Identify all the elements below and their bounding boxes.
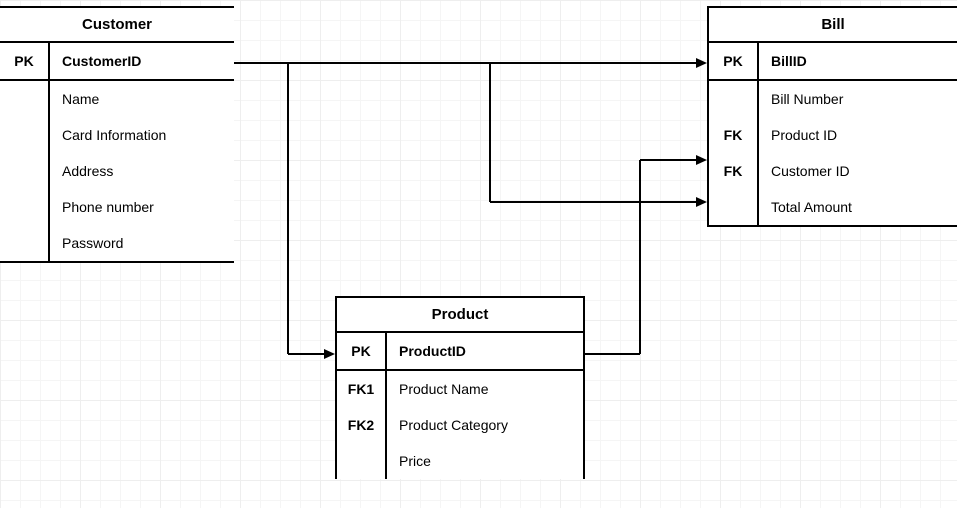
- key-label: FK: [709, 117, 759, 153]
- key-label: [0, 117, 50, 153]
- entity-row: Address: [0, 153, 234, 189]
- entity-row: Bill Number: [709, 81, 957, 117]
- entity-product-title: Product: [337, 298, 583, 333]
- arrow-icon: [696, 155, 707, 165]
- attr-label: Product Name: [387, 371, 583, 407]
- attr-label: Name: [50, 81, 234, 117]
- attr-label: Address: [50, 153, 234, 189]
- entity-row: Price: [337, 443, 583, 479]
- entity-bill: Bill PK BillID Bill Number FK Product ID…: [707, 6, 957, 227]
- key-label: PK: [0, 43, 50, 79]
- key-label: [337, 443, 387, 479]
- entity-row: Password: [0, 225, 234, 261]
- entity-row: PK CustomerID: [0, 43, 234, 81]
- attr-label: Product ID: [759, 117, 957, 153]
- entity-row: Total Amount: [709, 189, 957, 225]
- key-label: [0, 81, 50, 117]
- entity-row: PK ProductID: [337, 333, 583, 371]
- key-label: [0, 225, 50, 261]
- entity-row: Name: [0, 81, 234, 117]
- key-label: [0, 153, 50, 189]
- key-label: [709, 189, 759, 225]
- entity-bill-title: Bill: [709, 8, 957, 43]
- attr-label: Total Amount: [759, 189, 957, 225]
- entity-row: FK Product ID: [709, 117, 957, 153]
- attr-label: Password: [50, 225, 234, 261]
- attr-label: Customer ID: [759, 153, 957, 189]
- key-label: [709, 81, 759, 117]
- attr-label: CustomerID: [50, 43, 234, 79]
- entity-customer: Customer PK CustomerID Name Card Informa…: [0, 6, 234, 263]
- arrow-icon: [696, 197, 707, 207]
- attr-label: Card Information: [50, 117, 234, 153]
- entity-row: Card Information: [0, 117, 234, 153]
- arrow-icon: [324, 349, 335, 359]
- attr-label: ProductID: [387, 333, 583, 369]
- attr-label: Price: [387, 443, 583, 479]
- key-label: FK1: [337, 371, 387, 407]
- entity-product: Product PK ProductID FK1 Product Name FK…: [335, 296, 585, 479]
- key-label: PK: [709, 43, 759, 79]
- attr-label: BillID: [759, 43, 957, 79]
- entity-row: Phone number: [0, 189, 234, 225]
- entity-row: PK BillID: [709, 43, 957, 81]
- attr-label: Bill Number: [759, 81, 957, 117]
- key-label: FK2: [337, 407, 387, 443]
- attr-label: Product Category: [387, 407, 583, 443]
- entity-row: FK2 Product Category: [337, 407, 583, 443]
- entity-customer-title: Customer: [0, 8, 234, 43]
- arrow-icon: [696, 58, 707, 68]
- key-label: FK: [709, 153, 759, 189]
- entity-row: FK Customer ID: [709, 153, 957, 189]
- key-label: PK: [337, 333, 387, 369]
- entity-row: FK1 Product Name: [337, 371, 583, 407]
- attr-label: Phone number: [50, 189, 234, 225]
- key-label: [0, 189, 50, 225]
